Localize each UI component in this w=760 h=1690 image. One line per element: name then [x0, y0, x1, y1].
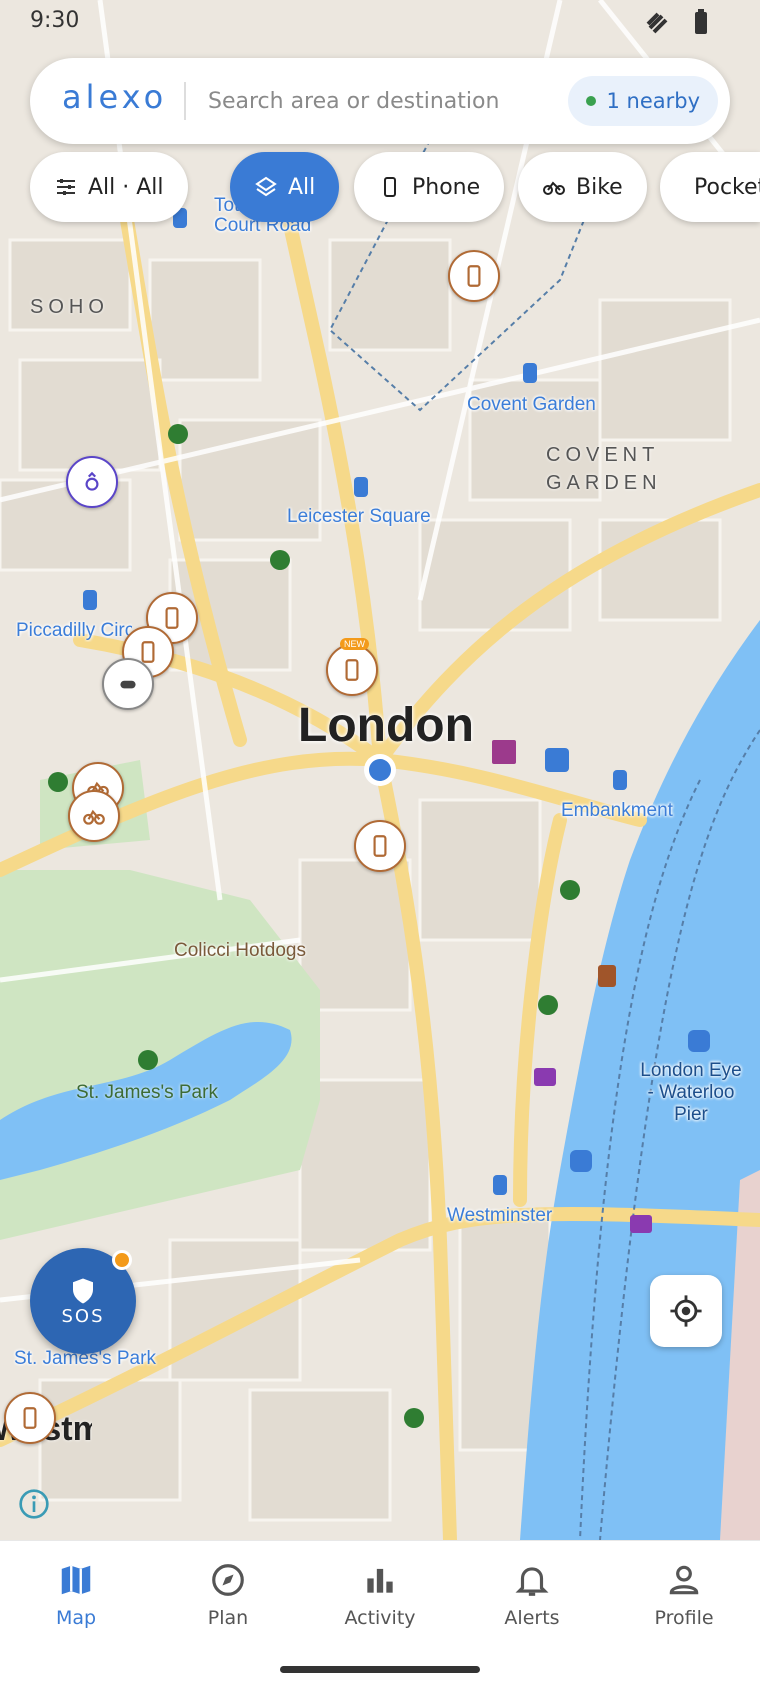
phone-icon — [384, 177, 396, 197]
place-st-jamess-park[interactable]: St. James's Park — [76, 1082, 218, 1104]
station-covent-garden[interactable]: Covent Garden — [467, 394, 596, 416]
person-icon — [669, 1565, 699, 1595]
place-london-eye-pier[interactable]: London Eye - Waterloo Pier — [636, 1060, 746, 1126]
status-time: 9:30 — [30, 8, 80, 33]
chip-bike-label: Bike — [576, 174, 623, 200]
phone-icon — [467, 265, 481, 287]
filter-settings-label: All · All — [88, 174, 164, 200]
my-location-button[interactable] — [650, 1275, 722, 1347]
nav-profile-label: Profile — [654, 1607, 714, 1629]
map-icon — [61, 1565, 91, 1595]
ring-icon — [85, 471, 99, 491]
status-bar: 9:30 — [0, 0, 760, 44]
battery-icon — [695, 9, 707, 34]
bike-icon — [543, 181, 565, 195]
phone-marker[interactable] — [354, 820, 406, 872]
chip-phone-label: Phone — [412, 174, 481, 200]
nav-map-label: Map — [55, 1607, 97, 1629]
bell-icon — [515, 1567, 549, 1596]
sos-notification-dot — [112, 1250, 132, 1270]
nav-alerts-label: Alerts — [504, 1607, 560, 1629]
district-garden: GARDEN — [546, 472, 662, 494]
station-piccadilly[interactable]: Piccadilly Circus — [16, 620, 132, 642]
nav-profile[interactable]: Profile — [624, 1561, 744, 1629]
phone-icon — [345, 659, 359, 681]
city-label: London — [298, 699, 474, 752]
nav-activity-label: Activity — [344, 1607, 416, 1629]
glasses-icon — [120, 680, 136, 689]
bike-marker[interactable] — [68, 790, 120, 842]
phone-icon — [165, 607, 179, 629]
chip-all[interactable]: All — [230, 152, 340, 222]
chip-bike[interactable]: Bike — [518, 152, 647, 222]
nav-plan[interactable]: Plan — [168, 1561, 288, 1629]
district-soho: SOHO — [30, 296, 109, 318]
bar-chart-icon — [367, 1568, 393, 1593]
misc-marker[interactable] — [102, 658, 154, 710]
district-covent: COVENT — [546, 444, 660, 466]
phone-icon — [373, 835, 387, 857]
phone-marker[interactable] — [4, 1392, 56, 1444]
station-embankment[interactable]: Embankment — [561, 800, 673, 822]
sos-label: SOS — [61, 1305, 105, 1327]
sliders-icon — [57, 179, 75, 195]
chip-all-label: All — [288, 174, 316, 200]
station-westminster[interactable]: Westminster — [447, 1205, 552, 1227]
new-badge: NEW — [340, 638, 369, 650]
ring-marker[interactable] — [66, 456, 118, 508]
bike-icon — [83, 809, 105, 825]
phone-marker[interactable] — [448, 250, 500, 302]
phone-marker-new[interactable] — [326, 644, 378, 696]
divider — [184, 82, 186, 120]
phone-icon — [23, 1407, 37, 1429]
filter-settings-chip[interactable]: All · All — [30, 152, 188, 222]
status-dot — [586, 96, 597, 106]
brand-logo: alexo — [62, 78, 168, 116]
chip-pocket-label: Pocket — [694, 174, 760, 200]
place-colicci-hotdogs[interactable]: Colicci Hotdogs — [174, 940, 306, 962]
search-bar[interactable]: alexo 1 nearby — [30, 58, 730, 144]
nav-plan-label: Plan — [207, 1607, 249, 1629]
shield-icon — [73, 1278, 93, 1303]
nearby-label: 1 nearby — [606, 89, 700, 113]
home-indicator — [280, 1666, 480, 1673]
nav-activity[interactable]: Activity — [320, 1561, 440, 1629]
station-leicester-square[interactable]: Leicester Square — [287, 506, 431, 528]
info-icon[interactable] — [18, 1488, 50, 1520]
compass-icon — [212, 1564, 244, 1596]
chip-pocket[interactable]: Pocket — [660, 152, 760, 222]
crosshair-icon — [670, 1295, 702, 1327]
search-input[interactable] — [206, 80, 570, 122]
satellite-icon — [646, 12, 668, 34]
nearby-pill[interactable]: 1 nearby — [568, 76, 718, 126]
nav-alerts[interactable]: Alerts — [472, 1561, 592, 1629]
nav-map[interactable]: Map — [16, 1561, 136, 1629]
layers-icon — [255, 176, 277, 197]
chip-phone[interactable]: Phone — [354, 152, 505, 222]
